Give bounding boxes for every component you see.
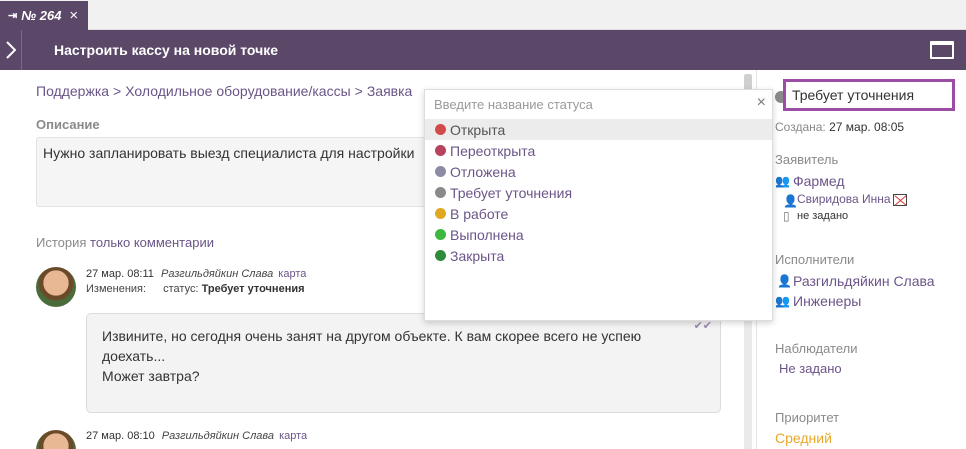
comment-date: 27 мар. 08:10: [86, 430, 155, 442]
status-dot-icon: [435, 229, 446, 240]
expand-sidebar-button[interactable]: [0, 30, 22, 70]
status-option-label: Требует уточнения: [450, 184, 573, 201]
requester-person-name: Свиридова Инна: [797, 192, 891, 206]
avatar: [36, 430, 76, 449]
ticket-header: Настроить кассу на новой точке: [0, 30, 966, 70]
assignees-label: Исполнители: [775, 252, 855, 267]
comment-meta: 27 мар. 08:10 Разгильдяйкин Слава карта: [86, 430, 307, 442]
breadcrumb-item-ticket[interactable]: Заявка: [367, 83, 412, 99]
comment-line: Извините, но сегодня очень занят на друг…: [102, 328, 642, 344]
status-dropdown: × Открыта Переоткрыта Отложена Требует у…: [424, 89, 773, 321]
user-icon: 👤: [783, 194, 798, 208]
requester-label: Заявитель: [775, 152, 839, 167]
observers-value[interactable]: Не задано: [779, 361, 842, 376]
comment-date: 27 мар. 08:11: [86, 268, 154, 280]
users-icon: 👥: [775, 294, 790, 308]
status-option-label: Закрыта: [450, 247, 505, 264]
comment-author[interactable]: Разгильдяйкин Слава: [161, 268, 273, 280]
status-dot-icon: [435, 187, 446, 198]
breadcrumb-separator: >: [113, 83, 122, 99]
breadcrumb: Поддержка > Холодильное оборудование/кассы…: [36, 83, 412, 99]
comment-meta: 27 мар. 08:11 Разгильдяйкин Слава карта: [86, 268, 306, 280]
tab-ticket[interactable]: ⇥ № 264 ×: [0, 1, 88, 30]
requester-phone: не задано: [797, 210, 849, 222]
page-title: Настроить кассу на новой точке: [54, 42, 279, 58]
status-option-label: Переоткрыта: [450, 142, 536, 159]
requester-org-link[interactable]: Фармед: [793, 173, 845, 189]
status-option[interactable]: Отложена: [425, 161, 772, 182]
status-option[interactable]: Закрыта: [425, 245, 772, 266]
changes-status-value: Требует уточнения: [201, 283, 305, 295]
chevron-right-icon: [5, 41, 16, 59]
status-option[interactable]: В работе: [425, 203, 772, 224]
phone-icon: ▯: [783, 209, 790, 223]
status-option-label: Отложена: [450, 163, 516, 180]
comment-body: ✔✔ Извините, но сегодня очень занят на д…: [86, 313, 721, 413]
history-filter-link[interactable]: только комментарии: [90, 235, 214, 250]
created-value: 27 мар. 08:05: [829, 120, 905, 134]
comment-map-link[interactable]: карта: [279, 430, 307, 442]
history-label: История: [36, 235, 87, 250]
status-option-label: Выполнена: [450, 226, 524, 243]
status-option[interactable]: Переоткрыта: [425, 140, 772, 161]
breadcrumb-item-category[interactable]: Холодильное оборудование/кассы: [125, 83, 350, 99]
users-icon: 👥: [775, 174, 790, 188]
priority-value[interactable]: Средний: [775, 430, 832, 446]
comment-line: доехать...: [102, 348, 166, 364]
close-icon[interactable]: ×: [757, 94, 766, 112]
status-options-list: Открыта Переоткрыта Отложена Требует уто…: [425, 119, 772, 266]
status-option-label: Открыта: [450, 121, 506, 138]
status-selector[interactable]: Требует уточнения: [783, 79, 955, 111]
status-option-label: В работе: [450, 205, 509, 222]
status-option[interactable]: Требует уточнения: [425, 182, 772, 203]
status-option[interactable]: Открыта: [425, 119, 772, 140]
status-option[interactable]: Выполнена: [425, 224, 772, 245]
assignee-person-link[interactable]: Разгильдяйкин Слава: [793, 273, 935, 289]
changes-label: Изменения:: [86, 283, 147, 295]
status-dot-icon: [435, 250, 446, 261]
priority-label: Приоритет: [775, 410, 840, 425]
created-label: Создана:: [775, 120, 826, 134]
requester-person-link[interactable]: Свиридова Инна: [797, 192, 907, 206]
comment-line: Может завтра?: [102, 368, 200, 384]
pin-icon[interactable]: ⇥: [8, 9, 17, 22]
tab-strip: ⇥ № 264 ×: [0, 0, 966, 30]
window-icon[interactable]: [930, 41, 954, 59]
comment-map-link[interactable]: карта: [278, 268, 306, 280]
history-header: История только комментарии: [36, 235, 214, 250]
status-dot-icon: [435, 124, 446, 135]
avatar: [36, 267, 76, 307]
created-info: Создана: 27 мар. 08:05: [775, 120, 904, 134]
description-field[interactable]: Нужно запланировать выезд специалиста дл…: [36, 137, 456, 207]
comment-changes: Изменения: статус: Требует уточнения: [86, 283, 305, 295]
changes-status-label: статус:: [163, 283, 199, 295]
close-icon[interactable]: ×: [69, 8, 78, 23]
comment-author[interactable]: Разгильдяйкин Слава: [162, 430, 274, 442]
status-dot-icon: [435, 166, 446, 177]
observers-label: Наблюдатели: [775, 341, 858, 356]
broken-image-icon: [892, 193, 907, 206]
ticket-sidebar: Требует уточнения Создана: 27 мар. 08:05…: [756, 70, 966, 449]
tab-label: № 264: [21, 8, 62, 23]
breadcrumb-item-support[interactable]: Поддержка: [36, 83, 109, 99]
description-label: Описание: [36, 117, 100, 132]
status-search-input[interactable]: [425, 90, 772, 118]
assignee-group-link[interactable]: Инженеры: [793, 293, 861, 309]
breadcrumb-separator: >: [354, 83, 363, 99]
status-dot-icon: [435, 145, 446, 156]
user-icon: 👤: [777, 274, 792, 288]
status-dot-icon: [435, 208, 446, 219]
